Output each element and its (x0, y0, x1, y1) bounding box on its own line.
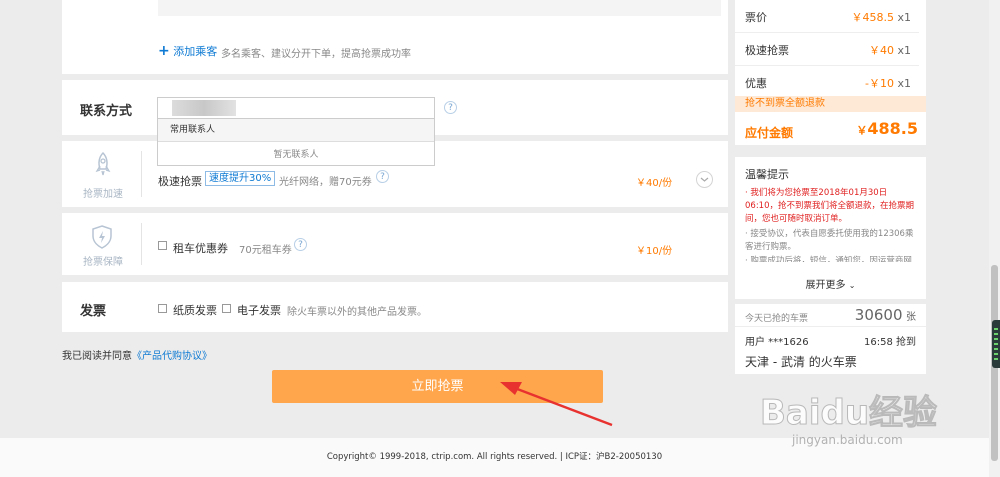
tips-title: 温馨提示 (745, 168, 789, 181)
stats-label: 今天已抢的车票 (745, 314, 809, 324)
chevron-down-icon[interactable] (696, 171, 713, 188)
passenger-card: + 添加乘客 多名乘客、建议分开下单，提高抢票成功率 (62, 0, 728, 74)
contact-title: 联系方式 (80, 104, 133, 119)
guarantee-card: 抢票保障 租车优惠券 70元租车券 ? ￥10/份 (62, 213, 728, 275)
total-value: 488.5 (867, 119, 918, 138)
side-widget[interactable] (992, 320, 1000, 368)
guarantee-help-icon[interactable]: ? (294, 238, 307, 251)
footer: Copyright© 1999-2018, ctrip.com. All rig… (0, 438, 989, 477)
speed-price: ￥40/份 (636, 178, 673, 189)
paper-invoice-checkbox[interactable] (158, 304, 167, 313)
price-qty: x1 (897, 77, 911, 90)
speed-name: 极速抢票 (158, 175, 202, 188)
electronic-invoice-checkbox[interactable] (222, 304, 231, 313)
stats-card: 今天已抢的车票 30600 张 用户 ***1626 16:58 抢到 天津 -… (735, 304, 926, 374)
electronic-invoice-label: 电子发票 (237, 304, 281, 317)
rocket-icon (90, 151, 116, 177)
add-passenger-hint: 多名乘客、建议分开下单，提高抢票成功率 (221, 49, 411, 60)
dropdown-empty: 暂无联系人 (273, 150, 319, 160)
guarantee-desc: 70元租车券 (239, 245, 292, 256)
agreement-prefix: 我已阅读并同意 (62, 351, 132, 362)
invoice-title: 发票 (80, 304, 107, 319)
add-passenger-label: 添加乘客 (173, 45, 218, 58)
price-row: 极速抢票 ￥40 x1 (735, 33, 919, 66)
invoice-note: 除火车票以外的其他产品发票。 (287, 307, 427, 318)
price-label: 票价 (745, 11, 767, 24)
guarantee-price: ￥10/份 (636, 246, 673, 257)
total-label: 应付金额 (745, 126, 794, 140)
expand-more-button[interactable]: 展开更多 ⌄ (735, 276, 926, 291)
refund-note: 抢不到票全额退款 (735, 96, 926, 112)
stats-route: 天津 - 武清 的火车票 (745, 355, 857, 369)
footer-copyright: Copyright© 1999-2018, ctrip.com. All rig… (326, 452, 663, 462)
price-label: 优惠 (745, 77, 767, 90)
price-qty: x1 (897, 11, 911, 24)
watermark-brand: Baidu经验 (759, 393, 938, 434)
help-icon[interactable]: ? (444, 101, 457, 114)
plus-icon: + (158, 43, 170, 59)
tips-gray-text: · 接受协议，代表自愿委托使用我的12306乘客进行购票。 (745, 229, 914, 252)
speed-side-label: 抢票加速 (83, 189, 123, 200)
stats-count-value: 30600 (854, 306, 903, 324)
price-value: -￥10 (865, 77, 894, 90)
price-label: 极速抢票 (745, 44, 789, 57)
stats-user: 用户 ***1626 (745, 337, 809, 348)
coupon-checkbox[interactable] (158, 241, 167, 250)
tips-gray-text-2: · 购票成功后将，短信，通知您，因运营商网 (745, 256, 912, 262)
speed-help-icon[interactable]: ? (376, 170, 389, 183)
price-qty: x1 (897, 44, 911, 57)
total-currency: ￥ (856, 124, 868, 137)
stats-time: 16:58 抢到 (864, 337, 916, 348)
contact-dropdown: 常用联系人 暂无联系人 (157, 118, 435, 166)
price-value: ￥40 (868, 44, 894, 57)
expand-more-label: 展开更多 (805, 280, 846, 291)
speed-desc: 光纤网络，赠70元券 (279, 177, 372, 188)
passenger-form-area (158, 0, 721, 16)
redacted-name (172, 100, 236, 116)
price-row: 优惠 -￥10 x1 (735, 66, 919, 98)
dropdown-header: 常用联系人 (158, 119, 434, 142)
chevron-down-icon: ⌄ (848, 281, 856, 290)
agreement-link[interactable]: 《产品代购协议》 (132, 351, 212, 362)
price-value: ￥458.5 (851, 11, 894, 24)
price-row: 票价 ￥458.5 x1 (735, 0, 919, 33)
invoice-card: 发票 纸质发票 电子发票 除火车票以外的其他产品发票。 (62, 282, 728, 332)
shield-icon (90, 224, 114, 250)
price-summary: 票价 ￥458.5 x1 极速抢票 ￥40 x1 优惠 -￥10 x1 抢不到票… (735, 0, 926, 145)
tips-red-text: · 我们将为您抢票至2018年01月30日 06:10，抢不到票我们将全额退款，… (745, 188, 914, 224)
total-amount: ￥488.5 (856, 119, 918, 138)
stats-count-unit: 张 (906, 312, 916, 323)
tips-card: 温馨提示 · 我们将为您抢票至2018年01月30日 06:10，抢不到票我们将… (735, 157, 926, 299)
scrollbar-track[interactable] (989, 0, 1000, 477)
contact-input[interactable] (157, 97, 435, 119)
stats-count: 30600 张 (855, 306, 916, 324)
guarantee-side-label: 抢票保障 (83, 257, 123, 268)
submit-button[interactable]: 立即抢票 (272, 370, 603, 403)
submit-label: 立即抢票 (411, 379, 464, 394)
paper-invoice-label: 纸质发票 (173, 304, 217, 317)
agreement: 我已阅读并同意《产品代购协议》 (62, 347, 212, 362)
speed-badge: 速度提升30% (205, 171, 276, 186)
add-passenger-button[interactable]: + 添加乘客 (158, 43, 217, 59)
guarantee-name: 租车优惠券 (173, 242, 228, 255)
